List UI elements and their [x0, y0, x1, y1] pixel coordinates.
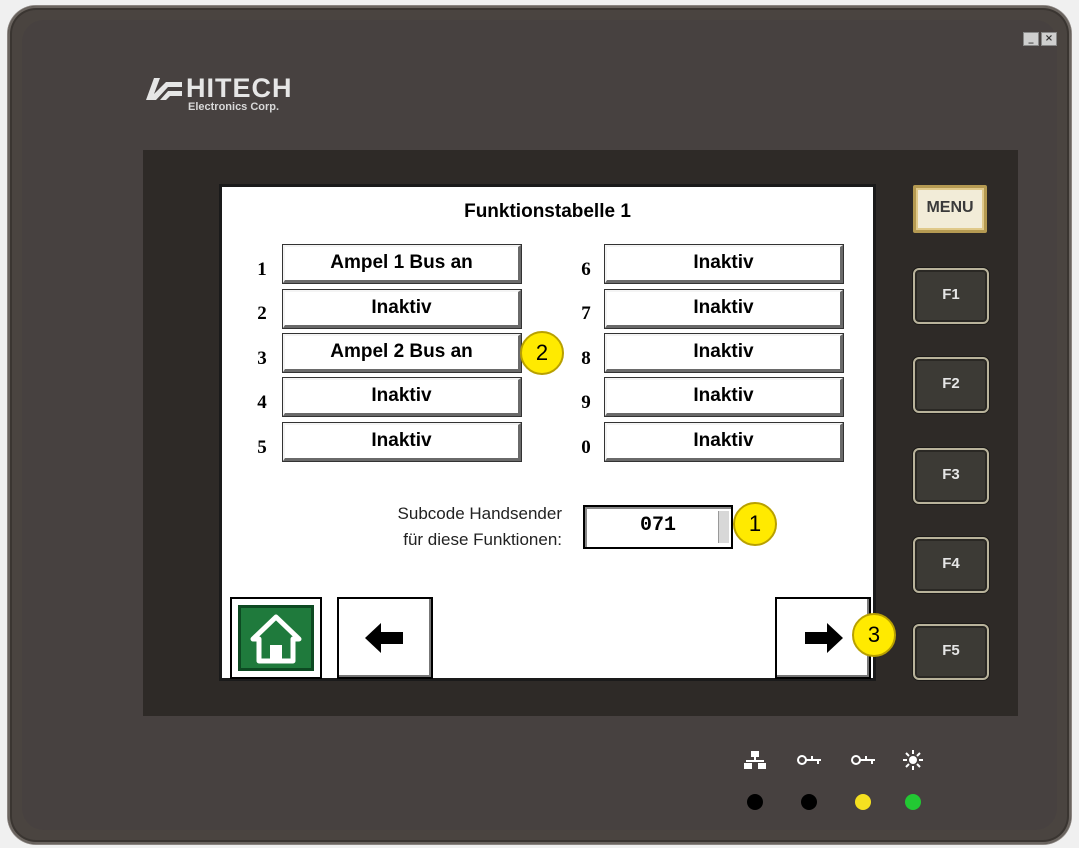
f4-button[interactable]: F4	[913, 537, 989, 593]
function-button-2[interactable]: Inaktiv	[283, 290, 521, 328]
status-indicators	[738, 750, 948, 820]
function-number: 5	[257, 437, 267, 458]
function-button-6[interactable]: Inaktiv	[605, 245, 843, 283]
function-button-5[interactable]: Inaktiv	[283, 423, 521, 461]
f5-button[interactable]: F5	[913, 624, 989, 680]
status-led-1	[747, 794, 763, 810]
f2-button[interactable]: F2	[913, 357, 989, 413]
status-led-2	[801, 794, 817, 810]
function-button-3[interactable]: Ampel 2 Bus an	[283, 334, 521, 372]
subcode-label-line1: Subcode Handsender	[397, 504, 562, 523]
window-controls: _ ×	[1023, 32, 1057, 46]
function-button-1[interactable]: Ampel 1 Bus an	[283, 245, 521, 283]
function-button-9[interactable]: Inaktiv	[605, 378, 843, 416]
f3-button[interactable]: F3	[913, 448, 989, 504]
hmi-screen: Funktionstabelle 1 1 Ampel 1 Bus an 2 In…	[219, 184, 876, 681]
menu-button[interactable]: MENU	[913, 185, 987, 233]
subcode-input[interactable]: 071	[583, 505, 733, 549]
status-led-4	[905, 794, 921, 810]
brand-subtitle: Electronics Corp.	[188, 101, 280, 113]
function-number: 2	[257, 303, 267, 324]
brand-name: HITECH	[186, 73, 293, 103]
function-button-0[interactable]: Inaktiv	[605, 423, 843, 461]
status-led-3	[855, 794, 871, 810]
home-button-face	[238, 605, 314, 671]
hitech-logo-icon	[146, 78, 182, 100]
subcode-label-line2: für diese Funktionen:	[403, 530, 562, 549]
function-button-4[interactable]: Inaktiv	[283, 378, 521, 416]
key-icon	[797, 755, 821, 765]
network-icon	[744, 751, 766, 769]
light-icon	[903, 750, 923, 770]
function-number: 9	[581, 392, 591, 413]
function-number: 7	[581, 303, 591, 324]
f1-button[interactable]: F1	[913, 268, 989, 324]
subcode-spinner[interactable]	[718, 511, 729, 543]
function-button-7[interactable]: Inaktiv	[605, 290, 843, 328]
home-icon	[250, 614, 302, 664]
function-button-8[interactable]: Inaktiv	[605, 334, 843, 372]
function-number: 4	[257, 392, 267, 413]
key-icon	[851, 755, 875, 765]
function-number: 0	[581, 437, 591, 458]
function-number: 3	[257, 348, 267, 369]
minimize-button[interactable]: _	[1023, 32, 1039, 46]
function-number: 8	[581, 348, 591, 369]
subcode-label: Subcode Handsender für diese Funktionen:	[282, 501, 562, 553]
back-button[interactable]	[337, 597, 433, 679]
callout-badge-1: 1	[733, 502, 777, 546]
page-title: Funktionstabelle 1	[464, 201, 631, 222]
function-number: 6	[581, 259, 591, 280]
subcode-value: 071	[639, 514, 676, 537]
callout-badge-2: 2	[520, 331, 564, 375]
function-number: 1	[257, 259, 267, 280]
home-button[interactable]	[230, 597, 322, 679]
arrow-right-icon	[805, 623, 843, 653]
close-button[interactable]: ×	[1041, 32, 1057, 46]
arrow-left-icon	[365, 623, 403, 653]
callout-badge-3: 3	[852, 613, 896, 657]
